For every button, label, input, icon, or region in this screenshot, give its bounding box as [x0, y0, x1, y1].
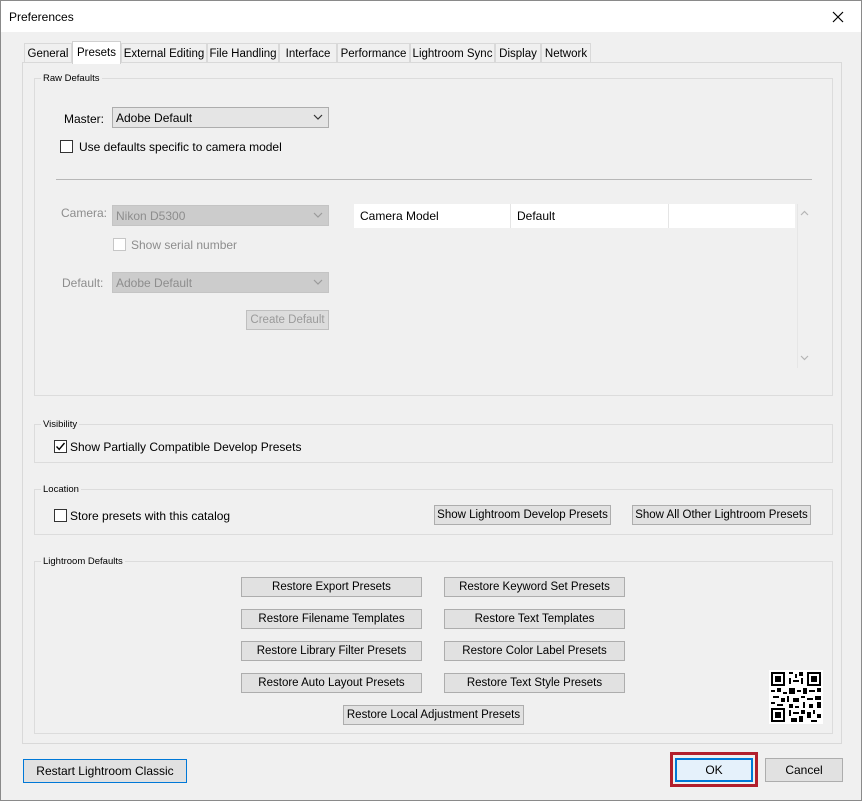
show-other-presets-button[interactable]: Show All Other Lightroom Presets: [632, 505, 811, 525]
store-catalog-checkbox[interactable]: [54, 509, 67, 522]
show-serial-checkbox[interactable]: [113, 238, 126, 251]
restore-auto-layout-presets-button[interactable]: Restore Auto Layout Presets: [241, 673, 422, 693]
table-header: Camera Model Default: [354, 204, 795, 228]
ok-button[interactable]: OK: [675, 758, 753, 782]
column-camera-model[interactable]: Camera Model: [354, 204, 511, 228]
camera-label: Camera:: [61, 206, 108, 220]
window-title: Preferences: [9, 10, 74, 24]
restore-text-style-presets-button[interactable]: Restore Text Style Presets: [444, 673, 625, 693]
column-default[interactable]: Default: [511, 204, 669, 228]
default-label: Default:: [62, 276, 104, 290]
qr-code-icon: [769, 670, 823, 724]
chevron-down-icon: [313, 114, 323, 120]
location-label: Location: [41, 484, 81, 495]
store-catalog-label: Store presets with this catalog: [70, 509, 231, 523]
restore-local-adjustment-presets-button[interactable]: Restore Local Adjustment Presets: [343, 705, 524, 725]
master-select[interactable]: Adobe Default: [112, 107, 329, 128]
tab-network[interactable]: Network: [541, 43, 591, 63]
restore-filename-templates-button[interactable]: Restore Filename Templates: [241, 609, 422, 629]
tab-presets[interactable]: Presets: [72, 41, 121, 64]
default-select[interactable]: Adobe Default: [112, 272, 329, 293]
close-button[interactable]: [815, 1, 861, 32]
lightroom-defaults-label: Lightroom Defaults: [41, 556, 125, 567]
presets-tab-panel: Raw Defaults Master: Adobe Default Use d…: [22, 62, 842, 744]
tab-lightroom-sync[interactable]: Lightroom Sync: [410, 43, 495, 63]
raw-defaults-label: Raw Defaults: [41, 73, 102, 84]
tab-file-handling[interactable]: File Handling: [207, 43, 279, 63]
raw-defaults-separator: [56, 179, 812, 180]
master-select-value: Adobe Default: [116, 110, 193, 125]
close-icon: [832, 11, 844, 22]
master-label: Master:: [64, 112, 105, 126]
tab-interface[interactable]: Interface: [279, 43, 337, 63]
camera-select[interactable]: Nikon D5300: [112, 205, 329, 226]
scroll-up-icon[interactable]: [800, 210, 809, 216]
camera-specific-label: Use defaults specific to camera model: [79, 140, 282, 154]
show-develop-presets-button[interactable]: Show Lightroom Develop Presets: [434, 505, 611, 525]
chevron-down-icon: [313, 212, 323, 218]
restore-export-presets-button[interactable]: Restore Export Presets: [241, 577, 422, 597]
title-bar: Preferences: [1, 1, 861, 32]
restore-text-templates-button[interactable]: Restore Text Templates: [444, 609, 625, 629]
column-empty: [669, 204, 795, 228]
visibility-label: Visibility: [41, 419, 80, 430]
restore-library-filter-presets-button[interactable]: Restore Library Filter Presets: [241, 641, 422, 661]
checkmark-icon: [55, 442, 66, 451]
tab-performance[interactable]: Performance: [337, 43, 410, 63]
show-partial-label: Show Partially Compatible Develop Preset…: [70, 440, 302, 454]
chevron-down-icon: [313, 279, 323, 285]
restore-keyword-set-presets-button[interactable]: Restore Keyword Set Presets: [444, 577, 625, 597]
preferences-dialog: Preferences General Presets External Edi…: [0, 0, 862, 801]
tab-display[interactable]: Display: [495, 43, 541, 63]
camera-select-value: Nikon D5300: [116, 208, 186, 223]
tab-external-editing[interactable]: External Editing: [121, 43, 207, 63]
show-serial-label: Show serial number: [131, 238, 238, 252]
create-default-button[interactable]: Create Default: [246, 310, 329, 330]
restore-color-label-presets-button[interactable]: Restore Color Label Presets: [444, 641, 625, 661]
tab-general[interactable]: General: [24, 43, 72, 63]
camera-specific-checkbox[interactable]: [60, 140, 73, 153]
camera-defaults-table: Camera Model Default: [354, 204, 829, 368]
scroll-down-icon[interactable]: [800, 355, 809, 361]
default-select-value: Adobe Default: [116, 275, 193, 290]
table-scrollbar[interactable]: [797, 204, 813, 368]
show-partial-checkbox[interactable]: [54, 440, 67, 453]
restart-lightroom-button[interactable]: Restart Lightroom Classic: [23, 759, 187, 783]
cancel-button[interactable]: Cancel: [765, 758, 843, 782]
